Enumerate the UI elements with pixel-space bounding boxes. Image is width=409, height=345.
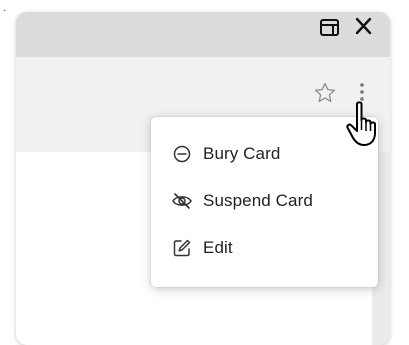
eye-off-icon [171, 190, 193, 212]
menu-item-edit[interactable]: Edit [151, 228, 378, 268]
close-icon[interactable] [352, 16, 380, 44]
stray-dot: . [3, 0, 7, 14]
minus-circle-icon [171, 143, 193, 165]
edit-icon [171, 237, 193, 259]
menu-item-label: Bury Card [203, 144, 281, 163]
menu-item-label: Suspend Card [203, 191, 313, 210]
hand-pointer-icon [344, 100, 384, 155]
star-icon[interactable] [313, 81, 337, 110]
menu-item-label: Edit [203, 238, 233, 257]
menu-item-suspend-card[interactable]: Suspend Card [151, 181, 378, 221]
title-bar [16, 12, 390, 57]
panel-icon[interactable] [318, 16, 346, 44]
